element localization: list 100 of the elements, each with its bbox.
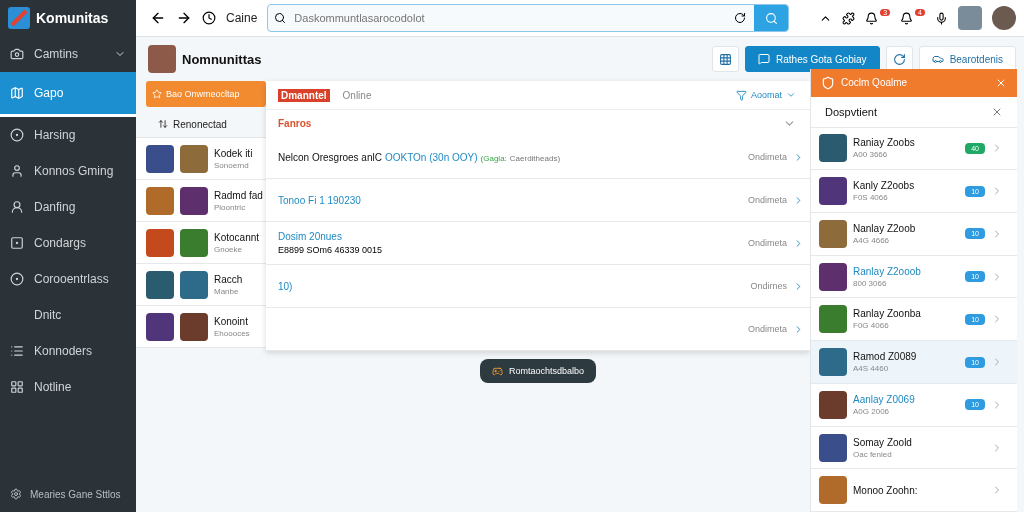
bell-icon[interactable]: [900, 11, 914, 25]
item-name: Raniay Zoobs: [853, 137, 915, 149]
result-row[interactable]: Ondimeta: [266, 308, 810, 351]
back-icon[interactable]: [150, 10, 166, 26]
sidebar-item[interactable]: Danfing: [0, 189, 136, 225]
item-meta: 800 3066: [853, 278, 888, 288]
grid-button[interactable]: [712, 46, 739, 72]
game-thumbnail: [819, 433, 847, 462]
star-icon: [152, 89, 162, 99]
result-row[interactable]: Tonoo Fi 1 190230 Ondimeta: [266, 179, 810, 222]
result-detail: E8899 SOm6 46339 0015: [278, 245, 384, 255]
refresh-button[interactable]: [885, 46, 913, 72]
secondary-button[interactable]: Bearotdenis: [918, 46, 1016, 72]
sort-icon: [158, 119, 168, 129]
item-name: Somay Zoold: [853, 436, 912, 448]
status-text: Ondirnes: [750, 281, 787, 291]
search-field[interactable]: Daskommuntlasarocodolot: [292, 11, 727, 25]
sidebar-item[interactable]: Konnoders: [0, 333, 136, 369]
history-icon[interactable]: [202, 11, 216, 25]
item-meta: F0G 4066: [853, 321, 890, 331]
result-text: Dosim 20nues: [278, 231, 343, 242]
profile-picture: [148, 45, 176, 73]
list-icon: [10, 344, 24, 358]
item-name: Nanlay Z2oob: [853, 222, 916, 234]
map-icon: [10, 86, 24, 100]
user-icon: [10, 164, 24, 178]
settings-icon: [10, 488, 22, 500]
game-title: Kodek iti: [214, 147, 253, 159]
app-logo-icon: [8, 7, 30, 29]
sidebar-item[interactable]: Condargs: [0, 225, 136, 261]
item-meta: A0G 2006: [853, 406, 891, 416]
game-thumbnail: [819, 134, 847, 163]
game-subtitle: Gnoeke: [214, 244, 244, 254]
car-icon: [931, 53, 944, 65]
section-label: Fanros: [278, 117, 312, 129]
item-meta: A00 3666: [853, 150, 889, 160]
item-name: Monoo Zoohn:: [853, 484, 918, 496]
game-thumbnail: [819, 305, 847, 334]
filter-icon: [735, 89, 747, 101]
result-row[interactable]: Dosim 20nues E8899 SOm6 46339 0015 Ondimeta: [266, 222, 810, 265]
tab[interactable]: Online: [339, 88, 375, 102]
sidebar-item[interactable]: Konnos Gming: [0, 153, 136, 189]
forward-icon[interactable]: [176, 10, 192, 26]
result-text: Nelcon Oresgroes anlC OOKTOn (30n OOY) (Gagla: Caerditheads): [278, 151, 562, 163]
game-thumbnail: [819, 262, 847, 291]
camera-icon: [10, 47, 24, 61]
sidebar-item[interactable]: Gapo: [0, 72, 136, 117]
panel-title: Coclm Qoalme: [841, 77, 909, 89]
avatar[interactable]: [992, 6, 1016, 30]
game-thumbnail: [180, 270, 208, 299]
panel-subtitle: Dospvtient: [825, 105, 877, 118]
game-row[interactable]: Kodek iti Sonoernd: [136, 138, 266, 180]
sidebar-item[interactable]: Dnitc: [0, 297, 136, 333]
grid-icon: [10, 380, 24, 394]
game-thumbnail: [146, 186, 174, 215]
toast: Romtaochtsdbalbo: [479, 359, 596, 383]
result-row[interactable]: Nelcon Oresgroes anlC OOKTOn (30n OOY) (Gagla: Caerditheads) Ondimeta: [266, 136, 810, 179]
game-subtitle: Sonoernd: [214, 160, 250, 170]
tab[interactable]: Dmanntel: [278, 88, 330, 102]
game-thumbnail: [180, 186, 208, 215]
game-row[interactable]: Radmd fad Ploontric: [136, 180, 266, 222]
status-text: Ondimeta: [747, 238, 787, 248]
search-bar[interactable]: Daskommuntlasarocodolot: [267, 4, 790, 32]
game-thumbnail: [146, 144, 174, 173]
settings-link[interactable]: Mearies Gane Sttlos: [0, 476, 136, 512]
result-row[interactable]: 10) Ondirnes: [266, 265, 810, 308]
item-meta: A4S 4460: [853, 364, 890, 374]
game-thumbnail: [180, 228, 208, 257]
page-title: Caine: [226, 11, 258, 25]
game-title: Kotocannt: [214, 231, 260, 243]
game-row[interactable]: Konoint Ehoooces: [136, 306, 266, 348]
item-name: Kanly Z2oobs: [853, 180, 915, 192]
sidebar-item[interactable]: Corooentrlass: [0, 261, 136, 297]
item-meta: F0S 4066: [853, 193, 889, 203]
item-meta: A4G 4666: [853, 235, 891, 245]
gamepad-icon: [491, 365, 503, 377]
game-thumbnail: [180, 144, 208, 173]
item-meta: Oac fenied: [853, 449, 893, 459]
game-row[interactable]: Kotocannt Gnoeke: [136, 222, 266, 264]
circle-icon: [10, 272, 24, 286]
puzzle-icon[interactable]: [842, 11, 856, 25]
game-thumbnail: [819, 177, 847, 206]
game-thumbnail: [819, 219, 847, 248]
game-row[interactable]: Racch Manbe: [136, 264, 266, 306]
sidebar-item[interactable]: Harsing: [0, 117, 136, 153]
status-text: Ondimeta: [747, 324, 787, 334]
game-subtitle: Manbe: [214, 286, 240, 296]
refresh-icon[interactable]: [734, 12, 747, 24]
game-title: Konoint: [214, 315, 249, 327]
community-title: Nomnunittas: [182, 51, 263, 67]
primary-button[interactable]: Rathes Gota Gobiay: [745, 46, 880, 72]
filter-button[interactable]: Aoomat: [729, 88, 802, 102]
bell-icon[interactable]: [865, 11, 879, 25]
grid-icon: [719, 52, 732, 66]
mic-icon[interactable]: [935, 11, 948, 25]
result-text: 10): [278, 280, 294, 292]
sidebar-item[interactable]: Camtins: [0, 36, 136, 72]
sidebar-item[interactable]: Notline: [0, 369, 136, 405]
item-name: Aanlay Z0069: [853, 393, 915, 405]
game-thumbnail: [819, 390, 847, 419]
